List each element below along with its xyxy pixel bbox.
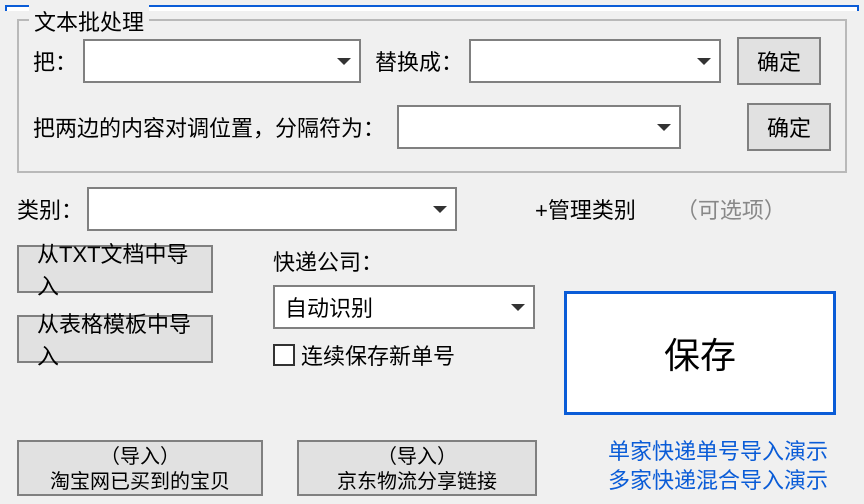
fieldset-legend: 文本批处理 bbox=[29, 5, 149, 37]
keep-saving-label: 连续保存新单号 bbox=[301, 339, 455, 371]
multi-express-demo-link[interactable]: 多家快递混合导入演示 bbox=[584, 466, 852, 496]
replace-row: 把： 替换成： 确定 bbox=[33, 37, 831, 85]
chevron-down-icon bbox=[657, 124, 671, 131]
swap-label: 把两边的内容对调位置，分隔符为： bbox=[33, 111, 385, 143]
category-row: 类别： +管理类别 （可选项） bbox=[17, 187, 847, 231]
replace-to-dropdown[interactable] bbox=[469, 39, 721, 83]
replace-from-label: 把： bbox=[33, 45, 77, 77]
swap-delimiter-dropdown[interactable] bbox=[397, 105, 681, 149]
bottom-row: （导入） 淘宝网已买到的宝贝 （导入） 京东物流分享链接 单家快递单号导入演示 … bbox=[17, 437, 852, 496]
chevron-down-icon bbox=[337, 58, 351, 65]
replace-from-dropdown[interactable] bbox=[83, 39, 361, 83]
express-company-dropdown[interactable]: 自动识别 bbox=[273, 285, 535, 329]
demo-links: 单家快递单号导入演示 多家快递混合导入演示 bbox=[584, 437, 852, 496]
chevron-down-icon bbox=[433, 206, 447, 213]
category-dropdown[interactable] bbox=[87, 187, 457, 231]
chevron-down-icon bbox=[511, 304, 525, 311]
chevron-down-icon bbox=[697, 58, 711, 65]
replace-confirm-button[interactable]: 确定 bbox=[737, 37, 821, 85]
category-label: 类别： bbox=[17, 193, 83, 225]
import-jd-label: 京东物流分享链接 bbox=[315, 470, 519, 495]
import-tag: （导入） bbox=[315, 445, 519, 470]
checkbox-icon bbox=[273, 344, 295, 366]
replace-to-label: 替换成： bbox=[375, 45, 463, 77]
import-from-txt-button[interactable]: 从TXT文档中导入 bbox=[17, 245, 213, 293]
import-jd-button[interactable]: （导入） 京东物流分享链接 bbox=[297, 440, 537, 496]
save-button[interactable]: 保存 bbox=[564, 291, 836, 415]
optional-hint: （可选项） bbox=[676, 193, 786, 225]
swap-confirm-button[interactable]: 确定 bbox=[747, 103, 831, 151]
import-from-table-button[interactable]: 从表格模板中导入 bbox=[17, 315, 213, 363]
express-company-label: 快递公司： bbox=[273, 245, 535, 277]
keep-saving-checkbox[interactable]: 连续保存新单号 bbox=[273, 339, 535, 371]
import-taobao-button[interactable]: （导入） 淘宝网已买到的宝贝 bbox=[17, 440, 263, 496]
swap-row: 把两边的内容对调位置，分隔符为： 确定 bbox=[33, 103, 831, 151]
manage-category-link[interactable]: +管理类别 bbox=[535, 193, 636, 225]
express-company-value: 自动识别 bbox=[285, 291, 373, 323]
import-tag: （导入） bbox=[35, 445, 245, 470]
text-batch-fieldset: 文本批处理 把： 替换成： 确定 把两边的内容对调位置，分隔符为： 确定 bbox=[17, 19, 847, 173]
single-express-demo-link[interactable]: 单家快递单号导入演示 bbox=[584, 437, 852, 467]
import-taobao-label: 淘宝网已买到的宝贝 bbox=[35, 470, 245, 495]
